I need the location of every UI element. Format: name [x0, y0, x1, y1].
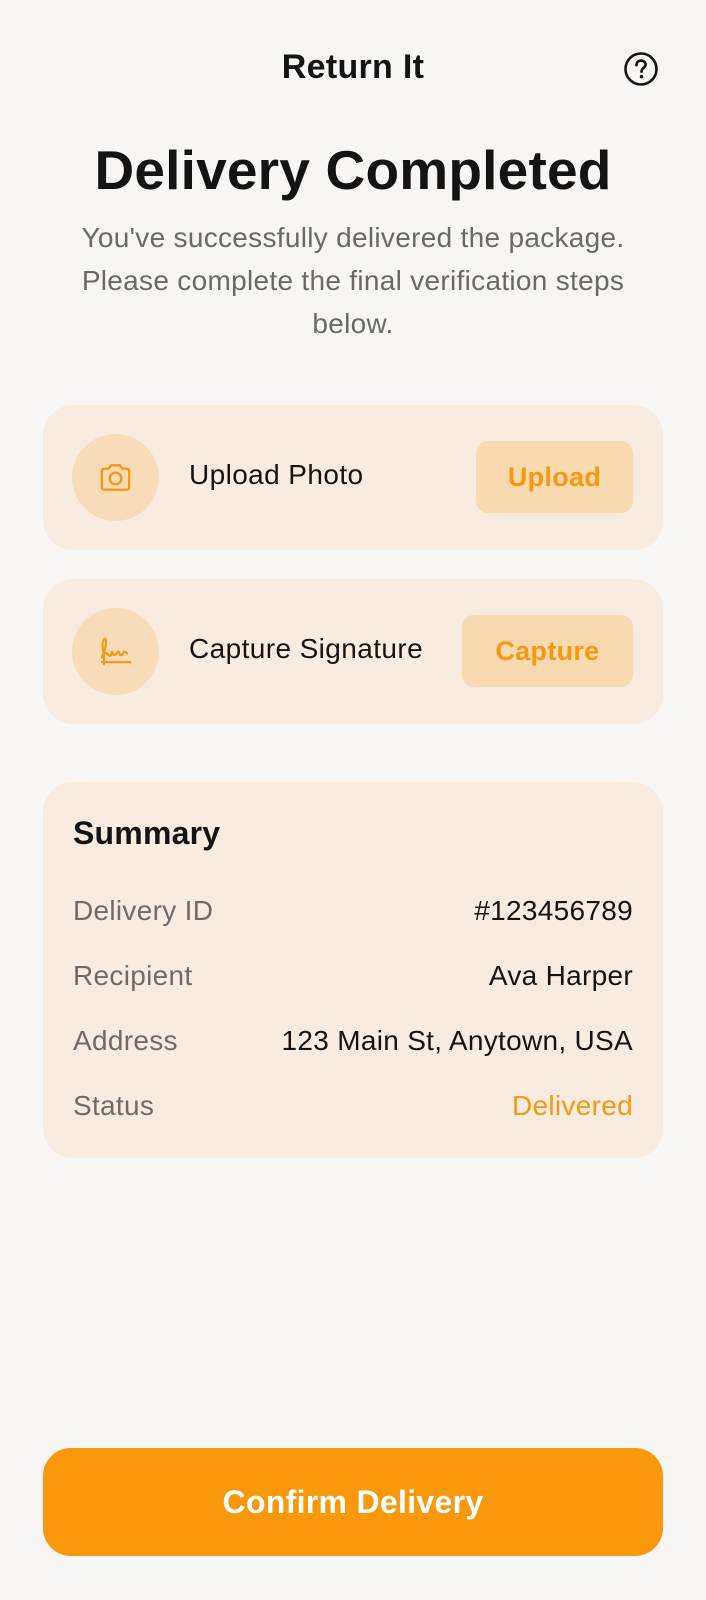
- upload-photo-label: Upload Photo: [189, 459, 364, 490]
- signature-icon-badge: [72, 608, 159, 695]
- app-title: Return It: [281, 48, 425, 86]
- summary-row-delivery-id: Delivery ID #123456789: [73, 895, 633, 935]
- capture-signature-card: Capture Signature Capture: [43, 579, 663, 724]
- page-subtitle: You've successfully delivered the packag…: [81, 222, 625, 339]
- camera-icon: [100, 464, 131, 491]
- summary-label: Delivery ID: [73, 895, 214, 926]
- summary-label: Recipient: [73, 960, 193, 991]
- page-title: Delivery Completed: [94, 139, 612, 201]
- summary-value: #123456789: [474, 895, 633, 926]
- summary-label: Address: [73, 1025, 178, 1056]
- capture-signature-label: Capture Signature: [189, 633, 424, 664]
- camera-icon-badge: [72, 434, 159, 521]
- summary-title: Summary: [73, 815, 221, 851]
- summary-row-address: Address 123 Main St, Anytown, USA: [73, 1025, 633, 1065]
- summary-label: Status: [73, 1090, 155, 1121]
- app-header: Return It: [0, 0, 706, 140]
- summary-value: Ava Harper: [488, 960, 633, 991]
- capture-button[interactable]: Capture: [462, 615, 633, 687]
- summary-row-status: Status Delivered: [73, 1090, 633, 1130]
- status-badge: Delivered: [512, 1090, 633, 1121]
- summary-card: Summary Delivery ID #123456789 Recipient…: [43, 782, 663, 1158]
- upload-button[interactable]: Upload: [476, 441, 633, 513]
- help-button[interactable]: [623, 51, 659, 87]
- upload-photo-card: Upload Photo Upload: [43, 405, 663, 550]
- summary-value: 123 Main St, Anytown, USA: [281, 1025, 633, 1056]
- confirm-delivery-button[interactable]: Confirm Delivery: [43, 1448, 663, 1556]
- help-circle-icon: [624, 52, 658, 86]
- summary-row-recipient: Recipient Ava Harper: [73, 960, 633, 1000]
- signature-icon: [100, 637, 132, 666]
